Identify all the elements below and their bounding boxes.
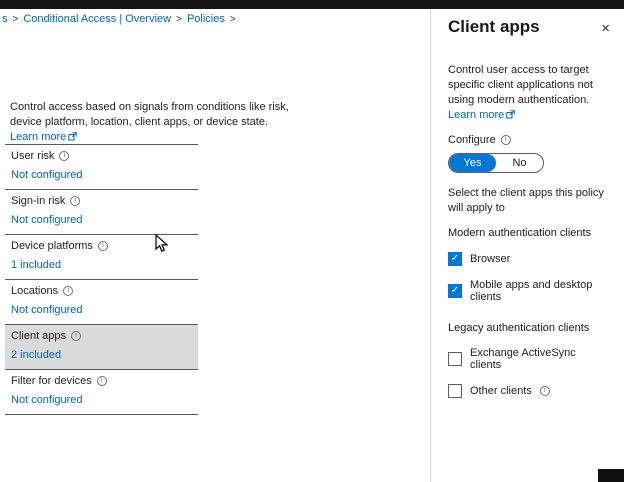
info-icon[interactable]: [71, 331, 81, 341]
info-icon[interactable]: [540, 386, 550, 396]
checkbox-icon[interactable]: [448, 352, 462, 366]
condition-row-sign-in-risk[interactable]: Sign-in risk Not configured: [5, 190, 198, 235]
toggle-yes-option[interactable]: Yes: [449, 154, 496, 172]
info-icon[interactable]: [97, 376, 107, 386]
panel-title: Client apps: [448, 17, 608, 37]
learn-more-link[interactable]: Learn more: [10, 131, 66, 143]
checkbox-icon[interactable]: [448, 252, 462, 266]
condition-value-link[interactable]: Not configured: [11, 304, 190, 316]
group-heading-legacy: Legacy authentication clients: [448, 322, 608, 334]
checkbox-icon[interactable]: [448, 284, 462, 298]
panel-description: Control user access to target specific c…: [448, 63, 616, 124]
condition-label: Device platforms: [11, 240, 190, 252]
condition-label-text: Filter for devices: [11, 375, 92, 387]
configure-label-row: Configure: [448, 134, 608, 146]
configure-toggle[interactable]: Yes No: [448, 153, 544, 173]
info-icon[interactable]: [70, 196, 80, 206]
window-corner-artifact: [598, 469, 624, 482]
condition-label-text: Sign-in risk: [11, 195, 65, 207]
breadcrumb-separator: >: [13, 14, 19, 25]
condition-value-link[interactable]: Not configured: [11, 214, 190, 226]
client-apps-panel: Client apps × Control user access to tar…: [430, 9, 624, 482]
close-icon[interactable]: ×: [599, 19, 612, 38]
breadcrumb: s > Conditional Access | Overview > Poli…: [2, 13, 236, 25]
condition-row-user-risk[interactable]: User risk Not configured: [5, 145, 198, 190]
select-clients-instruction: Select the client apps this policy will …: [448, 186, 620, 216]
top-window-bar: [0, 0, 624, 9]
conditions-list: User risk Not configured Sign-in risk No…: [5, 144, 198, 415]
condition-label: Client apps: [11, 330, 190, 342]
checkbox-row-other-clients[interactable]: Other clients: [448, 384, 608, 398]
condition-label-text: User risk: [11, 150, 54, 162]
checkbox-row-browser[interactable]: Browser: [448, 252, 608, 266]
checkbox-label: Browser: [470, 253, 510, 265]
info-icon[interactable]: [63, 286, 73, 296]
condition-value-link[interactable]: Not configured: [11, 394, 190, 406]
info-icon[interactable]: [98, 241, 108, 251]
breadcrumb-item-policies[interactable]: Policies: [187, 13, 225, 25]
condition-label: User risk: [11, 150, 190, 162]
toggle-no-option[interactable]: No: [496, 154, 543, 172]
group-heading-modern: Modern authentication clients: [448, 227, 608, 239]
configure-label: Configure: [448, 134, 496, 146]
breadcrumb-item-conditional-access[interactable]: Conditional Access | Overview: [23, 13, 171, 25]
learn-more-link[interactable]: Learn more: [448, 109, 504, 121]
info-icon[interactable]: [59, 151, 69, 161]
breadcrumb-separator: >: [230, 14, 236, 25]
condition-row-locations[interactable]: Locations Not configured: [5, 280, 198, 325]
breadcrumb-separator: >: [176, 14, 182, 25]
condition-value-link[interactable]: Not configured: [11, 169, 190, 181]
condition-label: Filter for devices: [11, 375, 190, 387]
checkbox-row-exchange-activesync[interactable]: Exchange ActiveSync clients: [448, 347, 608, 371]
checkbox-row-mobile-desktop[interactable]: Mobile apps and desktop clients: [448, 279, 608, 303]
checkbox-label: Other clients: [470, 385, 532, 397]
checkbox-label: Exchange ActiveSync clients: [470, 347, 608, 371]
condition-row-client-apps[interactable]: Client apps 2 included: [5, 325, 198, 370]
condition-row-filter-for-devices[interactable]: Filter for devices Not configured: [5, 370, 198, 415]
condition-value-link[interactable]: 2 included: [11, 349, 190, 361]
conditions-intro-text: Control access based on signals from con…: [10, 100, 290, 146]
condition-row-device-platforms[interactable]: Device platforms 1 included: [5, 235, 198, 280]
breadcrumb-item-truncated[interactable]: s: [2, 13, 8, 25]
condition-label: Locations: [11, 285, 190, 297]
panel-description-body: Control user access to target specific c…: [448, 64, 593, 106]
condition-label: Sign-in risk: [11, 195, 190, 207]
checkbox-label: Mobile apps and desktop clients: [470, 279, 608, 303]
conditions-intro-body: Control access based on signals from con…: [10, 101, 289, 128]
checkbox-icon[interactable]: [448, 384, 462, 398]
condition-label-text: Client apps: [11, 330, 66, 342]
external-link-icon: [506, 109, 515, 124]
condition-label-text: Locations: [11, 285, 58, 297]
condition-label-text: Device platforms: [11, 240, 93, 252]
condition-value-link[interactable]: 1 included: [11, 259, 190, 271]
info-icon[interactable]: [501, 135, 511, 145]
